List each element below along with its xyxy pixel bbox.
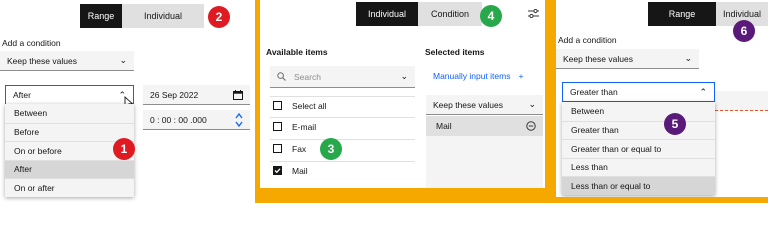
date-input[interactable]: 26 Sep 2022 bbox=[143, 85, 250, 105]
list-item-e-mail[interactable]: E-mail bbox=[270, 117, 415, 135]
available-items-heading: Available items bbox=[266, 47, 328, 57]
keep-values-text: Keep these values bbox=[563, 53, 633, 64]
chevron-down-icon: ⌄ bbox=[119, 55, 127, 65]
operator-select-text: After bbox=[13, 90, 31, 100]
add-condition-label: Add a condition bbox=[2, 38, 61, 48]
condition-tab[interactable]: Condition bbox=[418, 2, 482, 26]
callout-badge-4: 4 bbox=[480, 5, 502, 27]
value-input[interactable] bbox=[715, 91, 768, 111]
add-icon: + bbox=[518, 71, 524, 81]
chevron-down-icon: ⌄ bbox=[528, 99, 536, 109]
selected-items-heading: Selected items bbox=[425, 47, 485, 57]
callout-badge-3: 3 bbox=[320, 138, 342, 160]
remove-icon[interactable] bbox=[526, 121, 536, 131]
individual-tab[interactable]: Individual bbox=[356, 2, 418, 26]
stepper-icon[interactable] bbox=[235, 112, 243, 128]
chevron-up-icon: ⌃ bbox=[699, 86, 707, 97]
selected-items-area bbox=[426, 136, 543, 188]
calendar-icon[interactable] bbox=[233, 89, 243, 100]
list-item-mail[interactable]: Mail bbox=[270, 161, 415, 179]
time-input-text: 0 : 00 : 00 .000 bbox=[150, 114, 207, 125]
date-input-text: 26 Sep 2022 bbox=[150, 89, 199, 100]
list-item-select-all[interactable]: Select all bbox=[270, 96, 415, 114]
menu-item-before[interactable]: Before bbox=[5, 122, 134, 142]
callout-badge-6: 6 bbox=[733, 20, 755, 42]
menu-item-between[interactable]: Between bbox=[5, 104, 134, 123]
keep-values-text: Keep these values bbox=[433, 99, 503, 110]
settings-icon[interactable] bbox=[528, 9, 539, 18]
menu-item-greater-than-or-equal[interactable]: Greater than or equal to bbox=[562, 139, 715, 158]
menu-item-on-or-after[interactable]: On or after bbox=[5, 178, 134, 197]
callout-badge-2: 2 bbox=[208, 6, 230, 28]
list-item-label: Mail bbox=[292, 165, 308, 176]
checkmark-icon bbox=[274, 168, 281, 174]
operator-select[interactable]: Greater than ⌃ bbox=[562, 82, 715, 102]
add-condition-label: Add a condition bbox=[558, 35, 617, 45]
range-tab[interactable]: Range bbox=[648, 2, 716, 26]
individual-tab[interactable]: Individual bbox=[122, 4, 204, 28]
checkbox[interactable] bbox=[273, 101, 282, 110]
date-condition-panel: Range Individual 2 Add a condition Keep … bbox=[0, 0, 255, 203]
range-tab[interactable]: Range bbox=[80, 4, 122, 28]
manually-input-link[interactable]: Manually input items + bbox=[433, 71, 523, 81]
keep-values-select[interactable]: Keep these values ⌄ bbox=[0, 51, 134, 71]
operator-dropdown-menu: Between Greater than Greater than or equ… bbox=[562, 102, 715, 195]
individual-items-panel: Individual Condition 4 Available items S… bbox=[255, 0, 550, 203]
menu-item-less-than-or-equal[interactable]: Less than or equal to bbox=[562, 176, 715, 195]
chevron-down-icon: ⌄ bbox=[684, 53, 692, 63]
checkbox[interactable] bbox=[273, 144, 282, 153]
list-item-label: Fax bbox=[292, 143, 307, 154]
numeric-condition-panel: Range Individual 6 Add a condition Keep … bbox=[550, 0, 768, 203]
chevron-down-icon: ⌄ bbox=[400, 71, 408, 81]
selected-keep-values-select[interactable]: Keep these values ⌄ bbox=[426, 95, 543, 115]
selected-item-label: Mail bbox=[436, 121, 452, 131]
operator-select[interactable]: After ⌃ bbox=[5, 85, 134, 105]
keep-values-select[interactable]: Keep these values ⌄ bbox=[556, 49, 699, 69]
menu-item-after[interactable]: After bbox=[5, 159, 134, 178]
items-panel-body: Individual Condition 4 Available items S… bbox=[260, 0, 545, 188]
selected-item-mail: Mail bbox=[426, 116, 543, 136]
checkbox[interactable] bbox=[273, 122, 282, 131]
menu-item-greater-than[interactable]: Greater than bbox=[562, 120, 715, 140]
search-placeholder: Search bbox=[294, 71, 321, 82]
list-item-fax[interactable]: Fax bbox=[270, 139, 415, 157]
range-individual-toggle: Range Individual bbox=[80, 4, 204, 28]
menu-item-between[interactable]: Between bbox=[562, 102, 715, 121]
search-input[interactable]: Search ⌄ bbox=[270, 66, 415, 88]
keep-values-text: Keep these values bbox=[7, 55, 77, 66]
list-item-label: E-mail bbox=[292, 121, 317, 132]
operator-select-text: Greater than bbox=[570, 87, 618, 97]
time-input[interactable]: 0 : 00 : 00 .000 bbox=[143, 110, 250, 130]
list-item-label: Select all bbox=[292, 100, 327, 111]
numeric-panel-body: Range Individual 6 Add a condition Keep … bbox=[556, 0, 768, 197]
checkbox-checked[interactable] bbox=[273, 166, 282, 175]
search-icon bbox=[277, 72, 286, 81]
individual-condition-toggle: Individual Condition bbox=[356, 2, 482, 26]
manually-input-label: Manually input items bbox=[433, 71, 511, 81]
callout-badge-5: 5 bbox=[664, 113, 686, 135]
callout-badge-1: 1 bbox=[113, 138, 135, 160]
menu-item-less-than[interactable]: Less than bbox=[562, 157, 715, 177]
